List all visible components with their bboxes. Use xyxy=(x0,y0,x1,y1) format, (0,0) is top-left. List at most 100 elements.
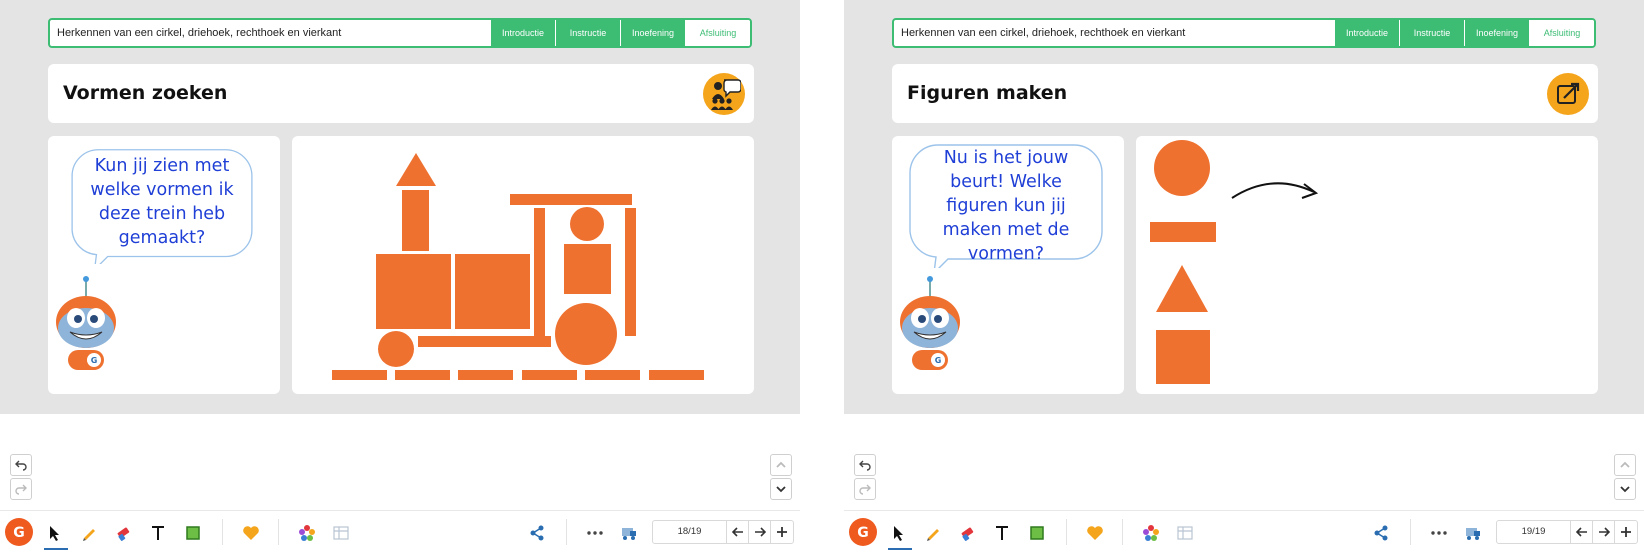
rectangle-shape xyxy=(458,370,513,380)
rectangle-shape xyxy=(332,370,387,380)
title-card: Figuren maken xyxy=(892,64,1598,123)
toolbar-separator xyxy=(1122,519,1123,545)
pointer-icon[interactable] xyxy=(42,520,68,546)
arrow-icon xyxy=(1301,183,1319,199)
add-icon[interactable] xyxy=(771,521,793,543)
circle-shape xyxy=(570,207,604,241)
toolbar-separator xyxy=(566,519,567,545)
cart-icon[interactable] xyxy=(616,520,642,546)
speech-line: gemaakt? xyxy=(118,228,206,248)
page-count: 18/19 xyxy=(653,521,727,543)
slide-stage: Herkennen van een cirkel, driehoek, rech… xyxy=(844,0,1644,414)
edit-arrow-icon xyxy=(1547,73,1589,115)
cart-icon[interactable] xyxy=(1460,520,1486,546)
rectangle-shape xyxy=(402,190,429,251)
robot-mascot: G xyxy=(900,276,960,370)
rectangle-shape xyxy=(395,370,450,380)
next-icon[interactable] xyxy=(749,521,771,543)
color-wheel-icon[interactable] xyxy=(1138,520,1164,546)
rectangle-shape xyxy=(649,370,704,380)
table-icon[interactable] xyxy=(1172,520,1198,546)
square-shape xyxy=(1156,330,1210,384)
tab-instructie[interactable]: Instructie xyxy=(555,20,620,46)
circle-shape xyxy=(1154,140,1210,196)
redo-icon[interactable] xyxy=(10,478,32,500)
speech-line: maken met de xyxy=(942,220,1070,240)
tab-afsluiting[interactable]: Afsluiting xyxy=(685,20,750,46)
page-navigator: 18/19 xyxy=(652,520,794,544)
triangle-shape xyxy=(396,153,436,186)
rectangle-shape xyxy=(625,208,636,336)
undo-icon[interactable] xyxy=(854,454,876,476)
speech-line: Kun jij zien met xyxy=(94,156,230,176)
speech-line: beurt! Welke xyxy=(950,172,1062,192)
page-count: 19/19 xyxy=(1497,521,1571,543)
character-card: Kun jij zien met welke vormen ik deze tr… xyxy=(48,136,280,394)
square-shape xyxy=(455,254,530,329)
active-tool-indicator xyxy=(888,548,912,550)
rectangle-shape xyxy=(418,336,551,347)
speech-line: deze trein heb xyxy=(98,204,226,224)
table-icon[interactable] xyxy=(328,520,354,546)
redo-icon[interactable] xyxy=(854,478,876,500)
svg-text:G: G xyxy=(13,525,25,541)
lesson-header: Herkennen van een cirkel, driehoek, rech… xyxy=(892,18,1596,48)
title-card: Vormen zoeken xyxy=(48,64,754,123)
slide-title: Vormen zoeken xyxy=(63,82,228,104)
shape-icon[interactable] xyxy=(180,520,206,546)
speech-line: figuren kun jij xyxy=(946,196,1066,216)
text-icon[interactable] xyxy=(989,520,1015,546)
more-icon[interactable] xyxy=(582,520,608,546)
prev-icon[interactable] xyxy=(1571,521,1593,543)
train-illustration xyxy=(332,153,704,380)
square-shape xyxy=(376,254,451,329)
scroll-down-icon[interactable] xyxy=(1614,478,1636,500)
eraser-icon[interactable] xyxy=(954,520,980,546)
logo-icon[interactable]: G xyxy=(4,517,34,547)
text-icon[interactable] xyxy=(145,520,171,546)
speech-line: welke vormen ik xyxy=(90,180,234,200)
svg-text:G: G xyxy=(857,525,869,541)
slide-panel-right: Herkennen van een cirkel, driehoek, rech… xyxy=(844,0,1644,552)
scroll-down-icon[interactable] xyxy=(770,478,792,500)
tab-inoefening[interactable]: Inoefening xyxy=(620,20,685,46)
scroll-up-icon[interactable] xyxy=(770,454,792,476)
pencil-icon[interactable] xyxy=(920,520,946,546)
pencil-icon[interactable] xyxy=(76,520,102,546)
logo-icon[interactable]: G xyxy=(848,517,878,547)
tab-introductie[interactable]: Introductie xyxy=(490,20,555,46)
share-icon[interactable] xyxy=(1368,520,1394,546)
pointer-icon[interactable] xyxy=(886,520,912,546)
add-icon[interactable] xyxy=(1615,521,1637,543)
heart-icon[interactable] xyxy=(238,520,264,546)
slide-panel-left: Herkennen van een cirkel, driehoek, rech… xyxy=(0,0,800,552)
undo-icon[interactable] xyxy=(10,454,32,476)
slide-title: Figuren maken xyxy=(907,82,1068,104)
tab-inoefening[interactable]: Inoefening xyxy=(1464,20,1529,46)
eraser-icon[interactable] xyxy=(110,520,136,546)
toolbar-separator xyxy=(278,519,279,545)
train-card xyxy=(292,136,754,394)
lesson-header: Herkennen van een cirkel, driehoek, rech… xyxy=(48,18,752,48)
character-card: Nu is het jouw beurt! Welke figuren kun … xyxy=(892,136,1124,394)
bottom-toolbar: G xyxy=(844,510,1644,552)
color-wheel-icon[interactable] xyxy=(294,520,320,546)
active-tool-indicator xyxy=(44,548,68,550)
more-icon[interactable] xyxy=(1426,520,1452,546)
scroll-up-icon[interactable] xyxy=(1614,454,1636,476)
next-icon[interactable] xyxy=(1593,521,1615,543)
toolbar-separator xyxy=(1066,519,1067,545)
tab-instructie[interactable]: Instructie xyxy=(1399,20,1464,46)
shape-icon[interactable] xyxy=(1024,520,1050,546)
lesson-title: Herkennen van een cirkel, driehoek, rech… xyxy=(901,27,1186,39)
speech-text: Nu is het jouw beurt! Welke figuren kun … xyxy=(908,146,1104,266)
share-icon[interactable] xyxy=(524,520,550,546)
tab-afsluiting[interactable]: Afsluiting xyxy=(1529,20,1594,46)
slide-stage: Herkennen van een cirkel, driehoek, rech… xyxy=(0,0,800,414)
robot-mascot: G xyxy=(56,276,116,370)
triangle-shape xyxy=(1156,265,1208,312)
tab-introductie[interactable]: Introductie xyxy=(1334,20,1399,46)
rectangle-shape xyxy=(510,194,632,205)
prev-icon[interactable] xyxy=(727,521,749,543)
heart-icon[interactable] xyxy=(1082,520,1108,546)
